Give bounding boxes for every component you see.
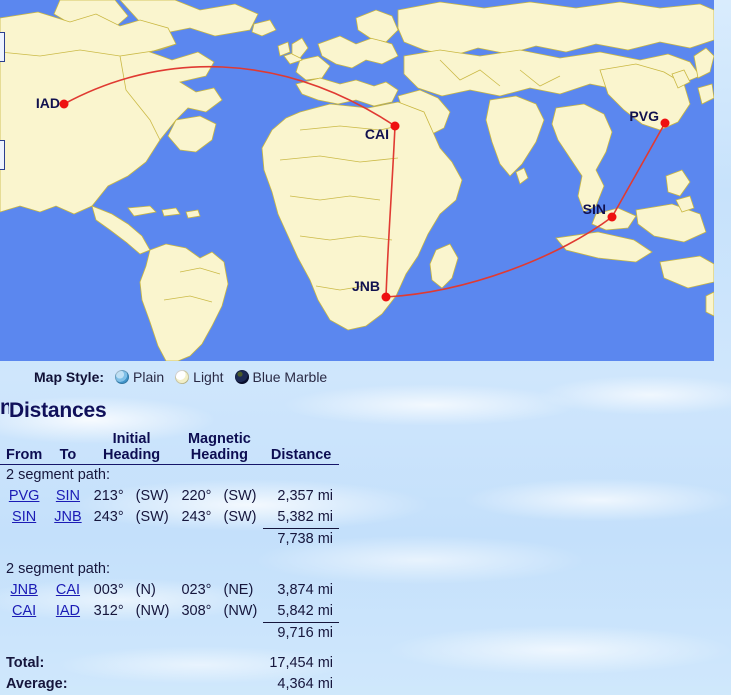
path-subtotal-row: 9,716 mi [0,623,339,645]
map-style-label: Map Style: [34,369,105,385]
average-row: Average: 4,364 mi [0,674,339,695]
map-label-cai: CAI [365,126,389,142]
segment-to[interactable]: JNB [48,507,87,529]
average-label: Average: [6,676,68,692]
segment-magnetic-direction: (NW) [223,603,258,620]
segment-to[interactable]: CAI [48,580,87,601]
map-style-option-blue-marble[interactable]: Blue Marble [234,369,328,385]
segment-initial-direction: (NW) [135,603,170,620]
map-style-option-light-label: Light [193,369,224,385]
segment-from[interactable]: CAI [0,601,48,623]
segment-from[interactable]: PVG [0,486,48,507]
path-label-row: 2 segment path: [0,559,339,580]
segment-initial-heading: 213° [93,488,124,504]
globe-blue-marble-icon [234,370,249,384]
globe-plain-icon [115,370,130,384]
map-style-option-blue-marble-label: Blue Marble [252,369,328,385]
table-row: PVG SIN 213° (SW) 220° (SW) 2,357 mi [0,486,339,507]
column-header-to: To [48,431,88,465]
map-style-option-light[interactable]: Light [175,369,224,385]
segment-initial-heading: 243° [93,509,124,526]
column-header-initial-heading: Initial Heading [87,431,176,465]
segment-from[interactable]: SIN [0,507,48,529]
segment-initial-heading: 312° [93,603,124,620]
table-row: CAI IAD 312° (NW) 308° (NW) 5,842 mi [0,601,339,623]
distances-panel: nDistances From To Initial Heading Magne… [0,396,731,695]
table-row: SIN JNB 243° (SW) 243° (SW) 5,382 mi [0,507,339,529]
distances-table: From To Initial Heading Magnetic Heading… [0,431,339,695]
great-circle-map[interactable]: IAD CAI PVG SIN JNB [0,0,714,361]
segment-magnetic-direction: (SW) [223,488,257,504]
globe-light-icon [175,370,190,384]
map-label-iad: IAD [36,95,60,111]
path-subtotal: 9,716 mi [277,625,333,641]
segment-initial-direction: (SW) [135,488,169,504]
map-style-option-plain[interactable]: Plain [115,369,164,385]
segment-magnetic-direction: (NE) [223,582,254,598]
total-label: Total: [6,655,45,671]
column-header-from: From [0,431,49,465]
heading-clipped-prefix: n [0,396,9,419]
column-header-distance: Distance [263,431,339,465]
map-label-jnb: JNB [352,278,380,294]
path-subtotal-row: 7,738 mi [0,529,339,551]
clipped-left-control-middle[interactable] [0,140,5,170]
segment-distance: 2,357 mi [277,488,333,504]
segment-magnetic-heading: 023° [181,582,212,598]
map-style-bar: Map Style: Plain Light Blue Marble [0,362,731,392]
segment-to[interactable]: IAD [48,601,87,623]
average-value: 4,364 mi [277,676,333,692]
segment-distance: 5,842 mi [263,601,339,623]
segment-magnetic-heading: 220° [181,488,212,504]
distances-heading-text: Distances [9,399,107,422]
segment-magnetic-direction: (SW) [223,509,257,526]
segment-distance: 5,382 mi [263,507,339,529]
clipped-left-control-top[interactable] [0,32,5,62]
segment-magnetic-heading: 308° [181,603,212,620]
total-value: 17,454 mi [269,655,333,671]
segment-initial-heading: 003° [93,582,124,598]
distances-heading: nDistances [0,396,731,423]
path-label-row: 2 segment path: [0,465,339,487]
segment-distance: 3,874 mi [277,582,333,598]
table-row: JNB CAI 003° (N) 023° (NE) 3,874 mi [0,580,339,601]
column-header-magnetic-heading: Magnetic Heading [175,431,264,465]
segment-to[interactable]: SIN [48,486,87,507]
segment-magnetic-heading: 243° [181,509,212,526]
path-label: 2 segment path: [6,467,110,483]
path-subtotal: 7,738 mi [277,531,333,547]
map-label-sin: SIN [583,201,606,217]
segment-from[interactable]: JNB [0,580,48,601]
map-style-option-plain-label: Plain [133,369,165,385]
segment-initial-direction: (N) [135,582,156,598]
segment-initial-direction: (SW) [135,509,169,526]
path-spacer [0,550,339,559]
map-label-pvg: PVG [629,108,659,124]
total-row: Total: 17,454 mi [0,653,339,674]
path-label: 2 segment path: [6,561,110,577]
table-header-row: From To Initial Heading Magnetic Heading… [0,431,339,465]
totals-spacer [0,644,339,653]
